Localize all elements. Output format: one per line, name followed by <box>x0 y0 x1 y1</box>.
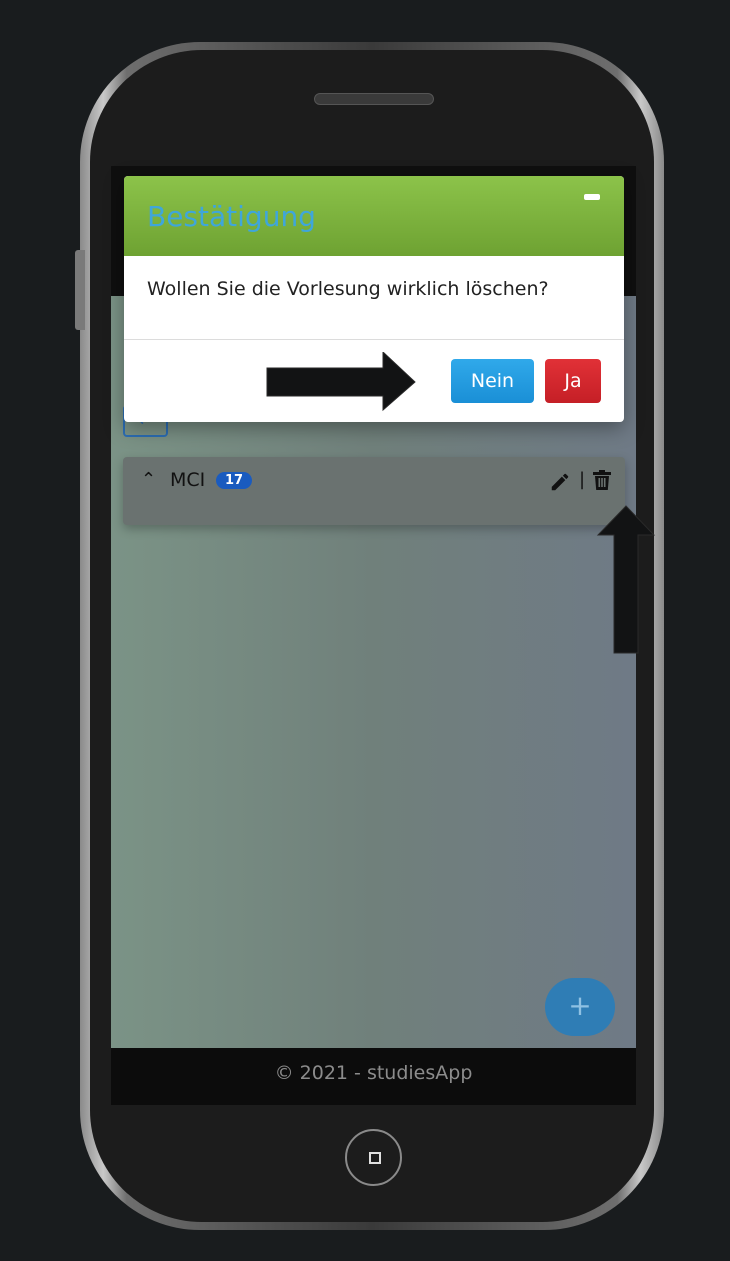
annotation-arrow-right-icon <box>266 352 416 412</box>
dialog-header: Bestätigung <box>124 176 624 256</box>
phone-speaker <box>314 93 434 105</box>
home-button[interactable] <box>345 1129 402 1186</box>
icon-separator: | <box>579 469 586 490</box>
dialog-divider <box>124 339 624 340</box>
phone-side-button <box>75 250 85 330</box>
square-icon <box>369 1152 381 1164</box>
trash-icon[interactable] <box>593 470 611 490</box>
stage: ← + Neues Material ⌃ MCI 17 | + © 2021 -… <box>0 0 730 1261</box>
minimize-icon[interactable] <box>584 194 600 200</box>
add-fab-button[interactable]: + <box>545 978 615 1036</box>
pencil-icon[interactable] <box>549 471 571 493</box>
dialog-title: Bestätigung <box>147 200 316 233</box>
chevron-up-icon[interactable]: ⌃ <box>141 469 156 490</box>
footer: © 2021 - studiesApp <box>111 1048 636 1105</box>
lecture-name: MCI <box>170 469 206 491</box>
dialog-message: Wollen Sie die Vorlesung wirklich lösche… <box>147 278 549 300</box>
lecture-card[interactable]: ⌃ MCI 17 | <box>123 457 625 525</box>
annotation-arrow-up-icon <box>596 505 656 654</box>
yes-button[interactable]: Ja <box>545 359 601 403</box>
lecture-count-badge: 17 <box>216 472 253 489</box>
no-button[interactable]: Nein <box>451 359 534 403</box>
